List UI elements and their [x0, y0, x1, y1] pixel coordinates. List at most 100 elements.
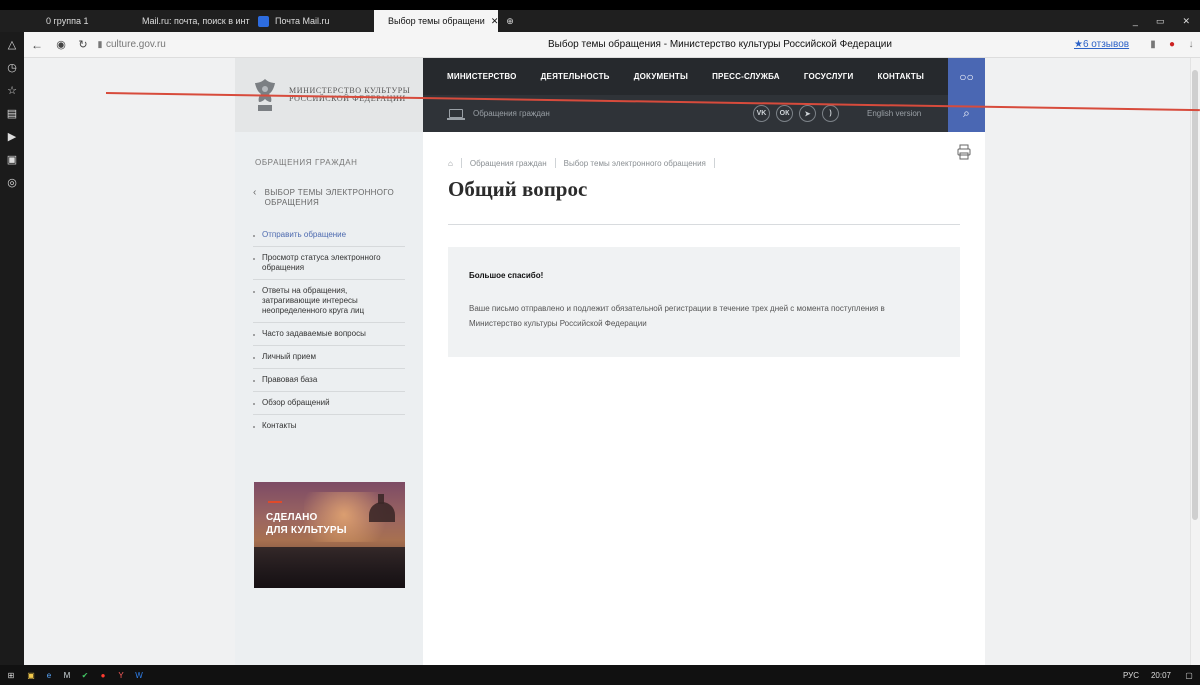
banner-text-line1: СДЕЛАНО — [266, 512, 318, 523]
restore-icon[interactable]: ▭ — [1156, 16, 1165, 27]
breadcrumb-citizen-appeals[interactable]: Обращения граждан — [470, 159, 547, 168]
lock-icon: ▮ — [97, 39, 103, 49]
nav-press[interactable]: ПРЕСС-СЛУЖБА — [712, 72, 780, 81]
bullet-icon — [253, 291, 255, 293]
accessibility-glasses-button[interactable]: ○○ — [948, 58, 985, 95]
sidebar-item-label: Часто задаваемые вопросы — [262, 329, 366, 338]
bookmark-icon[interactable]: ▮ — [1144, 39, 1162, 50]
windows-start-icon[interactable]: ⊞ — [0, 671, 22, 680]
sidebar-item-label: Обзор обращений — [262, 398, 330, 407]
envelope-icon — [258, 15, 269, 27]
taskbar-lang[interactable]: РУС — [1118, 671, 1144, 680]
nav-ministry[interactable]: МИНИСТЕРСТВО — [447, 72, 517, 81]
home-icon[interactable]: ⌂ — [448, 159, 453, 168]
collections-icon[interactable]: ◎ — [7, 176, 17, 189]
adblock-icon[interactable]: ● — [1162, 39, 1182, 50]
page-scrollbar-thumb[interactable] — [1192, 70, 1198, 520]
taskbar-time[interactable]: 20:07 — [1144, 671, 1178, 680]
page-title: Общий вопрос — [448, 177, 588, 201]
title-divider — [448, 224, 960, 225]
new-tab-button[interactable]: ⊕ — [498, 10, 522, 32]
nav-services[interactable]: ГОСУСЛУГИ — [804, 72, 854, 81]
rss-icon[interactable]: ) — [822, 105, 839, 122]
taskbar-yandex-browser-icon[interactable]: Y — [112, 671, 130, 680]
bullet-icon — [253, 380, 255, 382]
play-icon[interactable]: ▶ — [8, 130, 16, 143]
sidebar-item-label: Правовая база — [262, 375, 318, 384]
page-viewport: Министерство культуры Российской Федерац… — [24, 58, 1190, 665]
notification-icon[interactable]: ▢ — [1178, 671, 1200, 680]
banner-text-line2: ДЛЯ КУЛЬТУРЫ — [266, 524, 347, 536]
sidebar-item-legal-base[interactable]: Правовая база — [253, 368, 405, 391]
telegram-icon[interactable]: ➤ — [799, 105, 816, 122]
chevron-left-icon: ‹ — [253, 187, 257, 198]
bullet-icon — [253, 235, 255, 237]
address-domain[interactable]: culture.gov.ru — [106, 39, 366, 50]
windows-taskbar: ⊞ ▣ e M ✔ ● Y W РУС 20:07 ▢ — [0, 665, 1200, 685]
printer-icon[interactable] — [957, 144, 971, 160]
taskbar-green-icon[interactable]: ✔ — [76, 671, 94, 680]
bullet-icon — [253, 426, 255, 428]
taskbar-ie-icon[interactable]: e — [40, 671, 58, 680]
tab-mail[interactable]: Почта Mail.ru — [250, 10, 374, 32]
social-links: VK ОК ➤ ) — [753, 95, 839, 132]
reviews-link[interactable]: ★6 отзывов — [1074, 39, 1144, 50]
ok-icon[interactable]: ОК — [776, 105, 793, 122]
taskbar-file-explorer-icon[interactable]: ▣ — [22, 671, 40, 680]
sidebar-back-link[interactable]: ‹ ВЫБОР ТЕМЫ ЭЛЕКТРОННОГО ОБРАЩЕНИЯ — [253, 188, 403, 208]
tab-active-culture[interactable]: Выбор темы обращени ✕ — [374, 10, 498, 32]
nav-contacts[interactable]: КОНТАКТЫ — [878, 72, 924, 81]
close-window-icon[interactable]: ✕ — [1182, 16, 1190, 27]
tabs-panel-icon[interactable]: ▣ — [7, 153, 17, 166]
sidebar-item-label: Просмотр статуса электронного обращения — [262, 253, 381, 272]
sidebar-item-review[interactable]: Обзор обращений — [253, 391, 405, 414]
minimize-icon[interactable]: _ — [1133, 16, 1138, 26]
sidebar-item-send-appeal[interactable]: Отправить обращение — [253, 224, 405, 246]
history-icon[interactable]: ◷ — [7, 61, 17, 74]
citizen-appeals-label: Обращения граждан — [473, 109, 550, 118]
tab-mail-search[interactable]: Mail.ru: почта, поиск в инт — [128, 10, 250, 32]
back-icon[interactable]: ← — [24, 38, 50, 52]
taskbar-word-icon[interactable]: W — [130, 671, 148, 680]
bullet-icon — [253, 334, 255, 336]
page-title-in-addressbar: Выбор темы обращения - Министерство куль… — [548, 39, 892, 50]
browser-left-rail: △ ◷ ☆ ▤ ▶ ▣ ◎ — [0, 32, 24, 665]
sidebar-item-label: Отправить обращение — [262, 230, 347, 239]
citizen-appeals-link[interactable]: Обращения граждан — [447, 109, 550, 120]
breadcrumb: ⌂ Обращения граждан Выбор темы электронн… — [448, 158, 715, 168]
nav-documents[interactable]: ДОКУМЕНТЫ — [634, 72, 688, 81]
sidebar-item-label: Контакты — [262, 421, 297, 430]
search-button[interactable]: ⌕ — [948, 95, 985, 132]
bell-icon[interactable]: △ — [8, 38, 16, 51]
banner-dome — [369, 502, 395, 522]
bullet-icon — [253, 357, 255, 359]
glasses-icon: ○○ — [959, 69, 974, 84]
tab-mail-search-label: Mail.ru: почта, поиск в инт — [142, 16, 250, 26]
nav-activity[interactable]: ДЕЯТЕЛЬНОСТЬ — [541, 72, 610, 81]
tab-mail-label: Почта Mail.ru — [275, 16, 330, 26]
sidebar-item-faq[interactable]: Часто задаваемые вопросы — [253, 322, 405, 345]
close-tab-icon[interactable]: ✕ — [491, 16, 498, 27]
tab-group-1[interactable]: 0 группа 1 — [38, 10, 128, 32]
breadcrumb-separator — [713, 158, 715, 168]
sidebar-item-contacts[interactable]: Контакты — [253, 414, 405, 437]
english-version-link[interactable]: English version — [867, 95, 921, 132]
made-for-culture-banner[interactable]: СДЕЛАНО ДЛЯ КУЛЬТУРЫ — [254, 482, 405, 588]
laptop-icon — [447, 109, 465, 120]
taskbar-gmail-icon[interactable]: M — [58, 671, 76, 680]
bullet-icon — [253, 258, 255, 260]
protect-icon[interactable]: ◉ — [50, 38, 72, 51]
sidebar-menu: Отправить обращение Просмотр статуса эле… — [253, 224, 405, 437]
os-top-strip — [0, 0, 1200, 10]
taskbar-red-icon[interactable]: ● — [94, 671, 112, 680]
notes-icon[interactable]: ▤ — [7, 107, 17, 120]
sidebar-item-personal-reception[interactable]: Личный прием — [253, 345, 405, 368]
window-controls: _ ▭ ✕ — [1125, 10, 1200, 32]
bookmarks-icon[interactable]: ☆ — [7, 84, 17, 97]
sidebar-item-check-status[interactable]: Просмотр статуса электронного обращения — [253, 246, 405, 279]
reload-icon[interactable]: ↻ — [72, 38, 94, 51]
download-icon[interactable]: ↓ — [1182, 39, 1200, 50]
breadcrumb-topic-choice[interactable]: Выбор темы электронного обращения — [564, 159, 706, 168]
sidebar-item-public-answers[interactable]: Ответы на обращения, затрагивающие интер… — [253, 279, 405, 322]
vk-icon[interactable]: VK — [753, 105, 770, 122]
